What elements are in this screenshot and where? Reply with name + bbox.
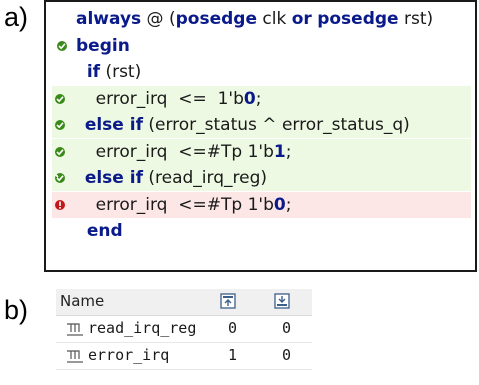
code-keyword: else if xyxy=(84,168,143,188)
signal-table: Name read_irq_reg 0 0 error_irq 1 0 xyxy=(56,289,312,377)
signal-value-end: 0 xyxy=(282,319,292,337)
code-token: @ ( xyxy=(141,9,176,29)
coverage-marker xyxy=(54,40,76,52)
signal-wire-icon xyxy=(67,323,83,336)
code-line[interactable]: error_irq <= 1'b0; xyxy=(52,85,471,112)
uncovered-icon xyxy=(55,199,65,210)
coverage-marker xyxy=(52,93,74,105)
code-editor: always @ (posedge clk or posedge rst) beg… xyxy=(44,0,477,272)
code-line[interactable]: always @ (posedge clk or posedge rst) xyxy=(54,6,471,32)
panel-label-a: a) xyxy=(4,2,29,32)
signal-row[interactable]: read_irq_reg 0 0 xyxy=(56,316,312,343)
covered-icon xyxy=(55,120,65,130)
code-text: begin xyxy=(76,33,471,59)
code-text: error_irq <=#Tp 1'b0; xyxy=(74,192,471,218)
code-line[interactable]: end xyxy=(54,218,471,244)
code-token: error_irq <=#Tp 1'b xyxy=(74,141,274,162)
column-header-name[interactable]: Name xyxy=(60,292,104,310)
signal-name: read_irq_reg xyxy=(88,319,197,337)
code-token: ; xyxy=(285,141,292,162)
code-line[interactable]: else if (read_irq_reg) xyxy=(52,165,471,191)
coverage-marker xyxy=(52,199,74,211)
coverage-marker xyxy=(52,172,74,184)
code-keyword: 0 xyxy=(243,88,256,109)
signal-value-start: 1 xyxy=(228,346,238,364)
code-line[interactable]: error_irq <=#Tp 1'b1; xyxy=(52,138,471,165)
code-token: ; xyxy=(255,88,262,109)
code-keyword: else if xyxy=(84,115,143,135)
code-text: always @ (posedge clk or posedge rst) xyxy=(76,6,471,32)
signal-value-start: 0 xyxy=(228,319,238,337)
panel-label-b: b) xyxy=(4,295,29,325)
code-token: (rst) xyxy=(100,62,142,82)
code-text: if (rst) xyxy=(76,59,471,85)
code-token: error_irq <= 1'b xyxy=(74,88,244,109)
coverage-marker xyxy=(52,119,74,131)
covered-icon xyxy=(57,40,67,51)
code-keyword: if xyxy=(86,62,101,82)
code-token: error_irq <=#Tp 1'b xyxy=(74,194,274,215)
code-keyword: or xyxy=(291,9,312,29)
code-keyword: 1 xyxy=(273,141,286,162)
code-keyword: end xyxy=(86,221,123,241)
toggle-in-icon[interactable] xyxy=(220,293,236,309)
code-token: (error_status ^ error_status_q) xyxy=(142,115,410,135)
code-text: else if (error_status ^ error_status_q) xyxy=(74,112,471,138)
signal-name: error_irq xyxy=(88,346,170,364)
code-keyword: always xyxy=(76,9,142,29)
signal-value-end: 0 xyxy=(282,346,292,364)
code-keyword: 0 xyxy=(273,194,286,215)
coverage-marker xyxy=(52,146,74,158)
toggle-out-icon[interactable] xyxy=(274,293,290,309)
code-text: error_irq <=#Tp 1'b1; xyxy=(74,139,471,165)
signal-wire-icon xyxy=(67,350,83,363)
covered-icon xyxy=(55,146,65,157)
code-text: end xyxy=(76,218,471,244)
code-line[interactable]: begin xyxy=(54,33,471,59)
code-token: clk xyxy=(256,9,292,29)
code-line[interactable]: else if (error_status ^ error_status_q) xyxy=(52,112,471,138)
code-text: error_irq <= 1'b0; xyxy=(74,86,471,112)
code-line[interactable]: error_irq <=#Tp 1'b0; xyxy=(52,191,471,218)
covered-icon xyxy=(55,173,65,183)
signal-row[interactable]: error_irq 1 0 xyxy=(56,343,312,370)
code-keyword: posedge xyxy=(175,9,257,29)
code-token: (read_irq_reg) xyxy=(142,168,267,188)
code-text: else if (read_irq_reg) xyxy=(74,165,471,191)
code-token: rst) xyxy=(398,9,434,29)
code-line[interactable]: if (rst) xyxy=(54,59,471,85)
code-keyword: posedge xyxy=(317,9,399,29)
code-token: ; xyxy=(285,194,292,215)
covered-icon xyxy=(55,93,65,104)
signal-table-header: Name xyxy=(56,289,312,316)
code-keyword: begin xyxy=(76,35,130,56)
